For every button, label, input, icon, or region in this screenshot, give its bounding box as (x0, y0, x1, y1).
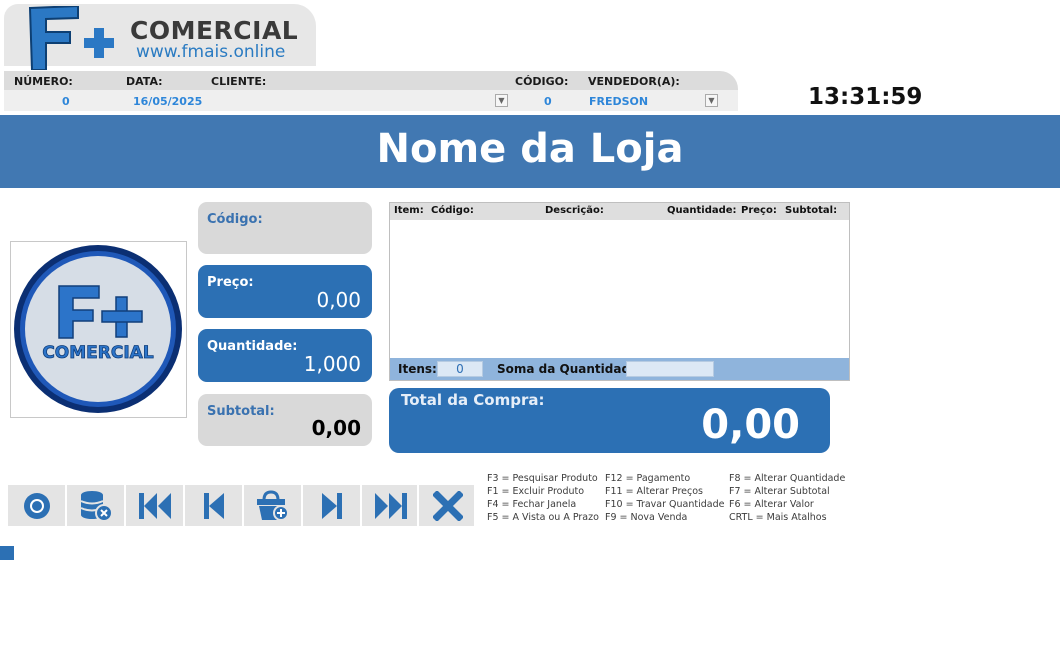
shortcut-f9: F9 = Nova Venda (605, 512, 688, 523)
next-record-button[interactable] (303, 485, 360, 526)
preco-field[interactable]: Preço: 0,00 (198, 265, 372, 318)
vendedor-dropdown-arrow-icon[interactable]: ▼ (705, 94, 718, 107)
basket-add-icon (256, 489, 289, 521)
items-table[interactable]: Item: Código: Descrição: Quantidade: Pre… (389, 202, 850, 381)
close-icon (432, 490, 463, 521)
shortcut-f3: F3 = Pesquisar Produto (487, 473, 598, 484)
codigo-header-value[interactable]: 0 (544, 95, 552, 108)
previous-record-icon (203, 492, 224, 519)
col-quantidade: Quantidade: (667, 205, 737, 216)
fplus-logo-icon (28, 6, 114, 70)
corner-marker (0, 546, 14, 560)
big-logo-frame: COMERCIAL (10, 241, 187, 418)
items-table-footer: Itens: 0 Soma da Quantidade: (390, 358, 849, 380)
shortcut-f6: F6 = Alterar Valor (729, 499, 814, 510)
store-name: Nome da Loja (376, 126, 684, 172)
shortcut-ctrl: CRTL = Mais Atalhos (729, 512, 827, 523)
shortcut-f1: F1 = Excluir Produto (487, 486, 585, 497)
delete-database-button[interactable] (67, 485, 124, 526)
vendedor-value[interactable]: FREDSON (589, 95, 648, 108)
itens-count: 0 (437, 361, 483, 377)
total-value: 0,00 (701, 402, 800, 448)
cliente-dropdown-arrow-icon[interactable]: ▼ (495, 94, 508, 107)
brand-url: www.fmais.online (136, 42, 286, 62)
first-record-button[interactable] (126, 485, 183, 526)
preco-field-label: Preço: (207, 275, 254, 290)
codigo-field[interactable]: Código: (198, 202, 372, 254)
codigo-header-label: CÓDIGO: (515, 75, 569, 88)
soma-quantidade-value (626, 361, 714, 377)
codigo-field-label: Código: (207, 212, 263, 227)
quantidade-field-label: Quantidade: (207, 339, 298, 354)
shortcut-f11: F11 = Alterar Preços (605, 486, 704, 497)
cliente-label: CLIENTE: (211, 75, 267, 88)
total-label: Total da Compra: (401, 391, 545, 409)
quantidade-field[interactable]: Quantidade: 1,000 (198, 329, 372, 382)
shortcut-f12: F12 = Pagamento (605, 473, 691, 484)
shortcut-f7: F7 = Alterar Subtotal (729, 486, 830, 497)
soma-quantidade-label: Soma da Quantidade: (497, 362, 643, 376)
previous-record-button[interactable] (185, 485, 242, 526)
total-box: Total da Compra: 0,00 (389, 388, 830, 453)
round-logo-text: COMERCIAL (42, 343, 154, 363)
clock: 13:31:59 (808, 84, 923, 110)
brand-name: COMERCIAL (130, 16, 299, 45)
col-preco: Preço: (741, 205, 777, 216)
items-table-header: Item: Código: Descrição: Quantidade: Pre… (390, 203, 849, 220)
numero-value[interactable]: 0 (62, 95, 70, 108)
quantidade-field-value[interactable]: 1,000 (304, 352, 361, 376)
disc-icon (23, 492, 50, 519)
shortcut-f8: F8 = Alterar Quantidade (729, 473, 846, 484)
col-item: Item: (394, 205, 424, 216)
data-label: DATA: (126, 75, 163, 88)
col-descricao: Descrição: (545, 205, 604, 216)
first-record-icon (138, 492, 171, 519)
subtotal-field-label: Subtotal: (207, 404, 275, 419)
data-value[interactable]: 16/05/2025 (133, 95, 202, 108)
shortcut-f10: F10 = Travar Quantidade (605, 499, 725, 510)
vendedor-label: VENDEDOR(A): (588, 75, 680, 88)
col-subtotal: Subtotal: (785, 205, 838, 216)
toolbar (8, 485, 474, 526)
subtotal-field-value: 0,00 (311, 416, 361, 440)
preco-field-value[interactable]: 0,00 (316, 288, 361, 312)
next-record-icon (321, 492, 342, 519)
basket-add-button[interactable] (244, 485, 301, 526)
itens-label: Itens: (398, 362, 437, 376)
disc-button[interactable] (8, 485, 65, 526)
shortcut-f4: F4 = Fechar Janela (487, 499, 577, 510)
subtotal-field: Subtotal: 0,00 (198, 394, 372, 446)
last-record-button[interactable] (362, 485, 419, 526)
close-button[interactable] (419, 485, 476, 526)
shortcut-f5: F5 = A Vista ou A Prazo (487, 512, 599, 523)
last-record-icon (374, 492, 407, 519)
database-delete-icon (80, 490, 113, 522)
col-codigo: Código: (431, 205, 474, 216)
numero-label: NÚMERO: (14, 75, 73, 88)
fplus-round-logo-icon: COMERCIAL (14, 245, 182, 413)
